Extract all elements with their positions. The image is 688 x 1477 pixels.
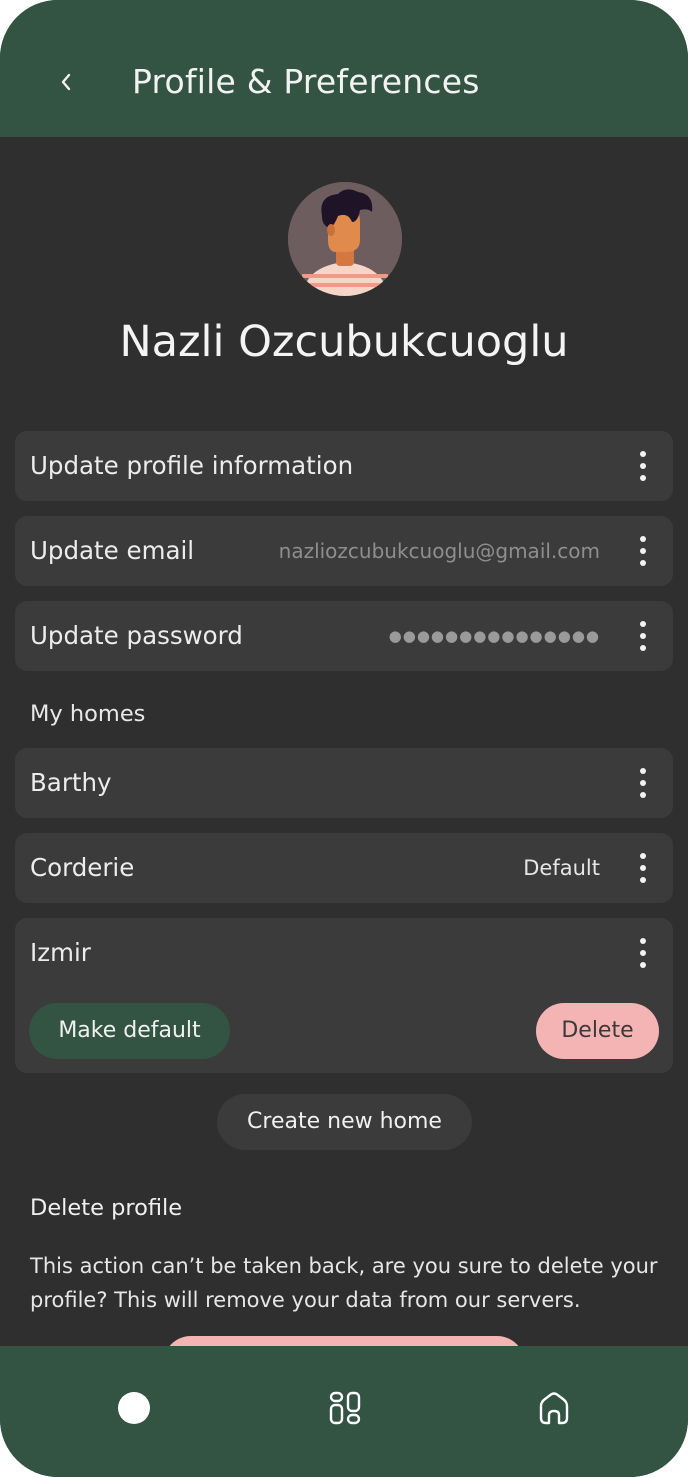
make-default-button[interactable]: Make default xyxy=(29,1003,230,1059)
update-password-row[interactable]: Update password ●●●●●●●●●●●●●●● xyxy=(15,601,673,671)
home-name: Izmir xyxy=(30,938,91,967)
password-mask: ●●●●●●●●●●●●●●● xyxy=(388,627,600,645)
bottom-navigation xyxy=(0,1346,688,1477)
delete-profile-description: This action can’t be taken back, are you… xyxy=(30,1254,658,1312)
page-title: Profile & Preferences xyxy=(132,62,480,101)
delete-profile-heading: Delete profile xyxy=(30,1195,183,1221)
nav-homes[interactable] xyxy=(530,1384,578,1432)
row-label: Update password xyxy=(30,621,243,650)
more-options-icon[interactable] xyxy=(635,853,651,883)
more-options-icon[interactable] xyxy=(635,536,651,566)
dashboard-icon xyxy=(329,1391,361,1425)
profile-name: Nazli Ozcubukcuoglu xyxy=(119,317,569,367)
delete-home-button[interactable]: Delete xyxy=(536,1003,659,1059)
home-row-izmir[interactable]: Izmir Make default Delete xyxy=(15,918,673,1073)
chevron-left-icon xyxy=(61,73,71,91)
nav-dashboard[interactable] xyxy=(321,1384,369,1432)
more-options-icon[interactable] xyxy=(635,768,651,798)
my-homes-heading: My homes xyxy=(30,701,146,727)
avatar[interactable] xyxy=(288,182,402,296)
more-options-icon[interactable] xyxy=(635,451,651,481)
house-icon xyxy=(539,1392,569,1425)
app-screen: Profile & Preferences Nazli Ozcubukcuogl… xyxy=(0,0,688,1477)
home-name: Barthy xyxy=(30,768,112,797)
back-button[interactable] xyxy=(44,58,88,106)
create-new-home-button[interactable]: Create new home xyxy=(217,1094,472,1150)
row-label: Update email xyxy=(30,536,195,565)
home-row-corderie[interactable]: Corderie Default xyxy=(15,833,673,903)
nav-home[interactable] xyxy=(110,1384,158,1432)
more-options-icon[interactable] xyxy=(635,938,651,968)
default-badge: Default xyxy=(523,856,600,880)
header-bar: Profile & Preferences xyxy=(0,0,688,137)
update-email-row[interactable]: Update email nazliozcubukcuoglu@gmail.co… xyxy=(15,516,673,586)
home-row-barthy[interactable]: Barthy xyxy=(15,748,673,818)
home-dot-icon xyxy=(118,1392,150,1424)
more-options-icon[interactable] xyxy=(635,621,651,651)
email-value: nazliozcubukcuoglu@gmail.com xyxy=(278,539,600,563)
avatar-illustration xyxy=(288,182,402,296)
home-name: Corderie xyxy=(30,853,135,882)
update-profile-row[interactable]: Update profile information xyxy=(15,431,673,501)
row-label: Update profile information xyxy=(30,451,354,480)
